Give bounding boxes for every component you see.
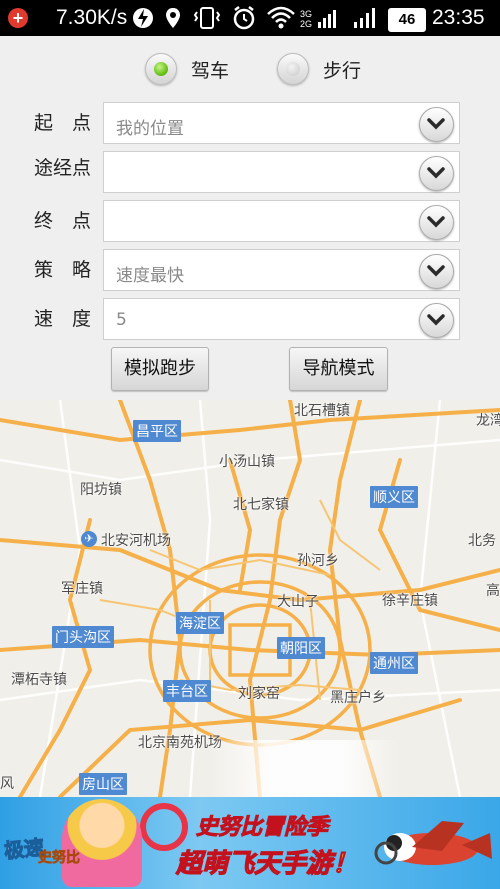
- route-form-panel: 驾车 步行 起 点 我的位置 途经点 终 点 策 略 速度最快 速 度 5 模拟…: [0, 36, 500, 400]
- map-label: 北务: [468, 533, 496, 549]
- district-label: 顺义区: [370, 486, 418, 508]
- battery-icon: 46: [388, 8, 426, 32]
- map-label: 大山子: [277, 594, 319, 610]
- strategy-row: 策 略 速度最快: [0, 249, 500, 293]
- strategy-select[interactable]: 速度最快: [103, 249, 460, 291]
- map-label: 龙湾: [476, 413, 500, 429]
- chevron-down-icon[interactable]: [419, 205, 454, 240]
- map-label: 北安河机场: [101, 533, 171, 549]
- network-3g-label: 3G: [300, 9, 313, 19]
- radio-selected-icon: [145, 53, 177, 85]
- district-label: 丰台区: [163, 680, 211, 702]
- navigation-mode-button[interactable]: 导航模式: [289, 347, 388, 391]
- end-label: 终 点: [34, 210, 92, 232]
- end-row: 终 点: [0, 200, 500, 244]
- walk-mode-label: 步行: [323, 59, 362, 82]
- strategy-label: 策 略: [34, 259, 92, 281]
- speed-label: 速 度: [34, 308, 92, 330]
- map-label: 风: [0, 776, 14, 792]
- speed-value: 5: [116, 310, 127, 330]
- wifi-icon: [266, 0, 296, 36]
- district-label: 昌平区: [133, 420, 181, 442]
- map-label: 黑庄户乡: [330, 690, 386, 706]
- network-2g-label: 2G: [300, 19, 313, 29]
- network-speed: 7.30K/s: [56, 6, 128, 29]
- network-type: 3G 2G: [300, 9, 312, 29]
- signal-icon: [318, 0, 382, 36]
- clock: 23:35: [432, 6, 485, 29]
- map-label: 孙河乡: [297, 553, 339, 569]
- walk-mode-radio[interactable]: 步行: [277, 52, 361, 86]
- start-field[interactable]: 我的位置: [103, 102, 460, 144]
- vibrate-icon: [192, 0, 222, 36]
- ad-banner[interactable]: 极速 史努比 史努比冒险季 超萌飞天手游！: [0, 797, 500, 889]
- map-label: 潭柘寺镇: [11, 672, 67, 688]
- map-label: 北七家镇: [233, 497, 289, 513]
- lightning-icon: [132, 0, 154, 36]
- chevron-down-icon[interactable]: [419, 107, 454, 142]
- chevron-down-icon[interactable]: [419, 156, 454, 191]
- chevron-down-icon[interactable]: [419, 303, 454, 338]
- drive-mode-radio[interactable]: 驾车: [145, 52, 229, 86]
- map-overlay: [210, 740, 400, 797]
- status-bar: + 7.30K/s 3G 2G 46 23:35: [0, 0, 500, 36]
- map-label: 徐辛庄镇: [382, 593, 438, 609]
- alarm-icon: [230, 0, 258, 36]
- map-label: 刘家窑: [238, 686, 280, 702]
- cartoon-character-image: [62, 799, 142, 887]
- airplane-icon: [374, 821, 492, 865]
- via-field[interactable]: [103, 151, 460, 193]
- ad-slogan-line2: 超萌飞天手游！: [175, 848, 359, 879]
- start-row: 起 点 我的位置: [0, 102, 500, 146]
- map-label: 阳坊镇: [80, 482, 122, 498]
- map-label: 北石槽镇: [294, 403, 350, 419]
- map-view[interactable]: 北石槽镇 龙湾 昌平区 小汤山镇 阳坊镇 顺义区 北七家镇 ✈ 北安河机场 北务…: [0, 400, 500, 797]
- ad-slogan-line1: 史努比冒险季: [195, 815, 329, 841]
- district-label: 门头沟区: [52, 626, 114, 648]
- via-label: 途经点: [34, 157, 92, 179]
- via-row: 途经点: [0, 151, 500, 195]
- chevron-down-icon[interactable]: [419, 254, 454, 289]
- start-value: 我的位置: [116, 119, 184, 139]
- district-label: 通州区: [370, 652, 418, 674]
- district-label: 房山区: [79, 773, 127, 795]
- strategy-value: 速度最快: [116, 266, 184, 286]
- start-label: 起 点: [34, 112, 92, 134]
- location-icon: [164, 0, 182, 36]
- map-label: 高: [486, 583, 500, 599]
- speed-row: 速 度 5: [0, 298, 500, 342]
- radio-unselected-icon: [277, 53, 309, 85]
- map-label: 小汤山镇: [219, 454, 275, 470]
- map-label: 军庄镇: [61, 581, 103, 597]
- end-field[interactable]: [103, 200, 460, 242]
- simulate-run-button[interactable]: 模拟跑步: [111, 347, 209, 391]
- district-label: 海淀区: [176, 612, 224, 634]
- notification-add-icon: +: [8, 8, 28, 28]
- speed-select[interactable]: 5: [103, 298, 460, 340]
- airport-icon: ✈: [81, 531, 97, 547]
- district-label: 朝阳区: [277, 637, 325, 659]
- ad-logo-subtext: 史努比: [38, 850, 81, 867]
- drive-mode-label: 驾车: [191, 59, 230, 82]
